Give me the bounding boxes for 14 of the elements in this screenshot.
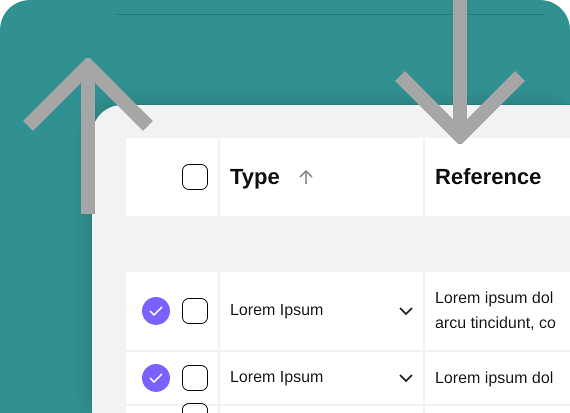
checkbox[interactable]	[182, 298, 208, 324]
reference-text: Lorem ipsum dol arcu tincidunt, co	[435, 289, 556, 334]
reference-text: Lorem ipsum dol	[435, 368, 554, 388]
type-dropdown[interactable]: Lorem Ipsum	[230, 302, 324, 320]
up-arrow-icon[interactable]	[298, 168, 314, 186]
checkbox[interactable]	[182, 164, 208, 190]
chevron-down-icon[interactable]	[399, 374, 413, 382]
checkbox[interactable]	[182, 365, 208, 391]
selected-check-icon[interactable]	[142, 364, 170, 392]
column-header[interactable]: Reference	[435, 164, 542, 190]
chevron-down-icon[interactable]	[399, 306, 413, 316]
selected-check-icon[interactable]	[142, 297, 170, 325]
column-header[interactable]: Type	[230, 164, 280, 190]
type-dropdown[interactable]: Lorem Ipsum	[230, 369, 324, 387]
